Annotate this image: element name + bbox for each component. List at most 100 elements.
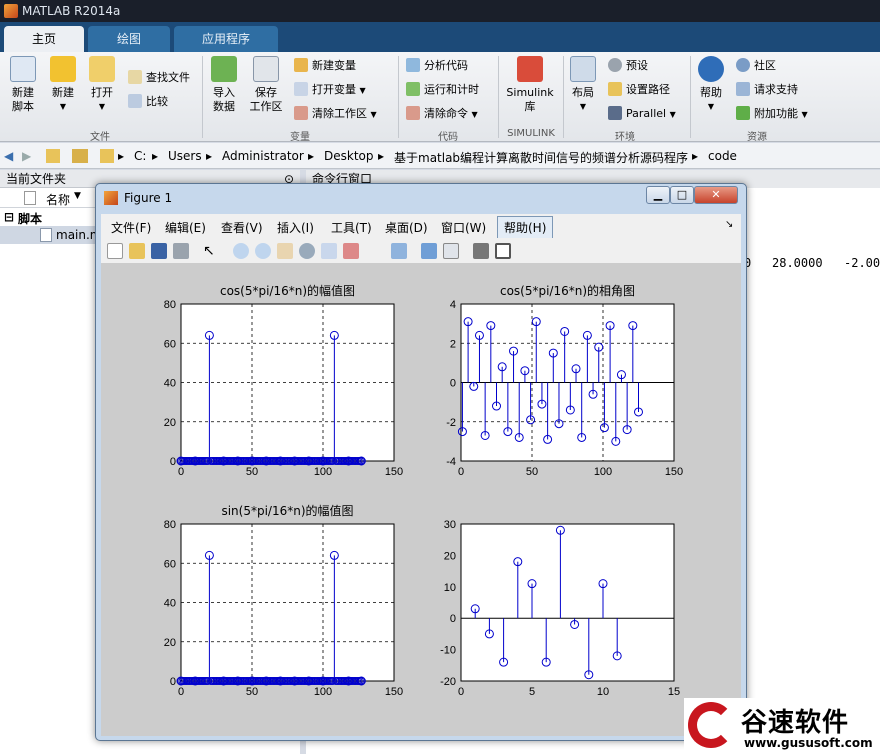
help-button[interactable]: 帮助 ▼ [694, 56, 728, 114]
collapse-icon[interactable]: ⊟ [4, 210, 14, 224]
maximize-button[interactable]: □ [670, 186, 694, 204]
dock-arrow-icon[interactable]: ↘ [725, 219, 733, 230]
y-tick-label: 20 [164, 637, 176, 649]
m-file-icon [40, 228, 52, 242]
y-tick-label: 40 [164, 598, 176, 610]
find-files-button[interactable]: 查找文件 [128, 68, 190, 88]
open-variable-icon [294, 82, 308, 96]
analyze-code-button[interactable]: 分析代码 [406, 56, 468, 76]
up-folder-icon[interactable] [46, 149, 60, 163]
open-variable-button[interactable]: 打开变量 ▼ [294, 80, 366, 100]
community-button[interactable]: 社区 [736, 56, 776, 76]
pointer-icon[interactable]: ↖ [203, 243, 219, 259]
figure-window[interactable]: Figure 1 ▁ □ ✕ 文件(F) 编辑(E) 查看(V) 插入(I) 工… [95, 183, 747, 741]
menu-insert[interactable]: 插入(I) [277, 219, 314, 236]
addons-button[interactable]: 附加功能 ▼ [736, 104, 808, 124]
chevron-down-icon: ▼ [707, 102, 715, 111]
gusu-logo-icon [688, 702, 734, 748]
watermark-url: www.gususoft.com [744, 736, 873, 750]
menu-view[interactable]: 查看(V) [221, 219, 263, 236]
new-script-button[interactable]: 新建 脚本 [4, 56, 42, 114]
zoom-in-icon[interactable] [233, 243, 249, 259]
simulink-library-button[interactable]: Simulink 库 [502, 56, 558, 114]
run-and-time-button[interactable]: 运行和计时 [406, 80, 479, 100]
simulink-group-label: SIMULINK [507, 128, 555, 139]
close-button[interactable]: ✕ [694, 186, 738, 204]
title-bar: MATLAB R2014a [0, 0, 880, 22]
x-tick-label: 100 [314, 466, 332, 478]
environment-group-label: 环境 [615, 132, 635, 143]
menu-desktop[interactable]: 桌面(D) [385, 219, 428, 236]
clear-commands-button[interactable]: 清除命令 ▼ [406, 104, 478, 124]
y-tick-label: 60 [164, 338, 176, 350]
save-icon[interactable] [151, 243, 167, 259]
hide-plot-tools-icon[interactable] [473, 243, 489, 259]
ribbon-divider [398, 56, 399, 138]
set-path-button[interactable]: 设置路径 [608, 80, 670, 100]
browse-folder-icon[interactable] [72, 149, 88, 163]
path-segment[interactable]: 基于matlab编程计算离散时间信号的频谱分析源码程序 [394, 149, 688, 166]
layout-button[interactable]: 布局 ▼ [566, 56, 600, 114]
pan-hand-icon[interactable] [277, 243, 293, 259]
preferences-button[interactable]: 预设 [608, 56, 648, 76]
brush-icon[interactable] [343, 243, 359, 259]
colorbar-icon[interactable] [421, 243, 437, 259]
tab-plots[interactable]: 绘图 [88, 26, 170, 52]
x-tick-label: 0 [178, 466, 184, 478]
compare-button[interactable]: 比较 [128, 92, 168, 112]
path-segment[interactable]: C: [134, 149, 146, 163]
ribbon-divider [498, 56, 499, 138]
new-script-icon [10, 56, 36, 82]
chevron-down-icon: ▼ [59, 102, 67, 111]
new-figure-icon[interactable] [107, 243, 123, 259]
clear-workspace-button[interactable]: 清除工作区 ▼ [294, 104, 377, 124]
new-button[interactable]: 新建 ▼ [46, 56, 80, 114]
tab-home[interactable]: 主页 [4, 26, 84, 52]
name-column-header[interactable]: 名称 [46, 191, 70, 208]
zoom-out-icon[interactable] [255, 243, 271, 259]
x-tick-label: 5 [529, 686, 535, 698]
x-tick-label: 150 [665, 466, 683, 478]
minimize-button[interactable]: ▁ [646, 186, 670, 204]
ribbon-divider [690, 56, 691, 138]
new-variable-button[interactable]: 新建变量 [294, 56, 356, 76]
legend-icon[interactable] [443, 243, 459, 259]
chevron-down-icon: ▼ [669, 110, 676, 119]
rotate-icon[interactable] [299, 243, 315, 259]
parallel-button[interactable]: Parallel ▼ [608, 104, 676, 124]
menu-edit[interactable]: 编辑(E) [165, 219, 206, 236]
plus-icon [50, 56, 76, 82]
save-workspace-button[interactable]: 保存 工作区 [246, 56, 286, 114]
back-arrow-icon[interactable]: ◀ [4, 149, 13, 163]
folder-icon [89, 56, 115, 82]
path-segment[interactable]: Administrator [222, 149, 304, 163]
forward-arrow-icon[interactable]: ▶ [22, 149, 31, 163]
path-segment[interactable]: Users [168, 149, 202, 163]
open-button[interactable]: 打开 ▼ [84, 56, 120, 114]
gear-icon [608, 58, 622, 72]
path-segment[interactable]: code [708, 149, 737, 163]
request-support-button[interactable]: 请求支持 [736, 80, 798, 100]
ribbon-divider [202, 56, 203, 138]
show-plot-tools-icon[interactable] [495, 243, 511, 259]
import-data-button[interactable]: 导入 数据 [206, 56, 242, 114]
data-cursor-icon[interactable] [321, 243, 337, 259]
sort-arrow-icon[interactable]: ▼ [74, 191, 81, 201]
y-tick-label: 2 [450, 338, 456, 350]
menu-tools[interactable]: 工具(T) [331, 219, 372, 236]
file-group-label: 文件 [90, 132, 110, 143]
link-plot-icon[interactable] [391, 243, 407, 259]
figure-title: Figure 1 [124, 191, 173, 205]
menu-file[interactable]: 文件(F) [111, 219, 151, 236]
menu-help[interactable]: 帮助(H) [497, 216, 554, 239]
tab-apps[interactable]: 应用程序 [174, 26, 278, 52]
path-segment[interactable]: Desktop [324, 149, 374, 163]
menu-window[interactable]: 窗口(W) [441, 219, 486, 236]
code-group-label: 代码 [438, 132, 458, 143]
file-row[interactable]: main.m [0, 226, 102, 244]
y-tick-label: -10 [440, 645, 456, 657]
open-file-icon[interactable] [129, 243, 145, 259]
print-icon[interactable] [173, 243, 189, 259]
chart-title: cos(5*pi/16*n)的幅值图 [220, 283, 355, 298]
clear-commands-icon [406, 106, 420, 120]
